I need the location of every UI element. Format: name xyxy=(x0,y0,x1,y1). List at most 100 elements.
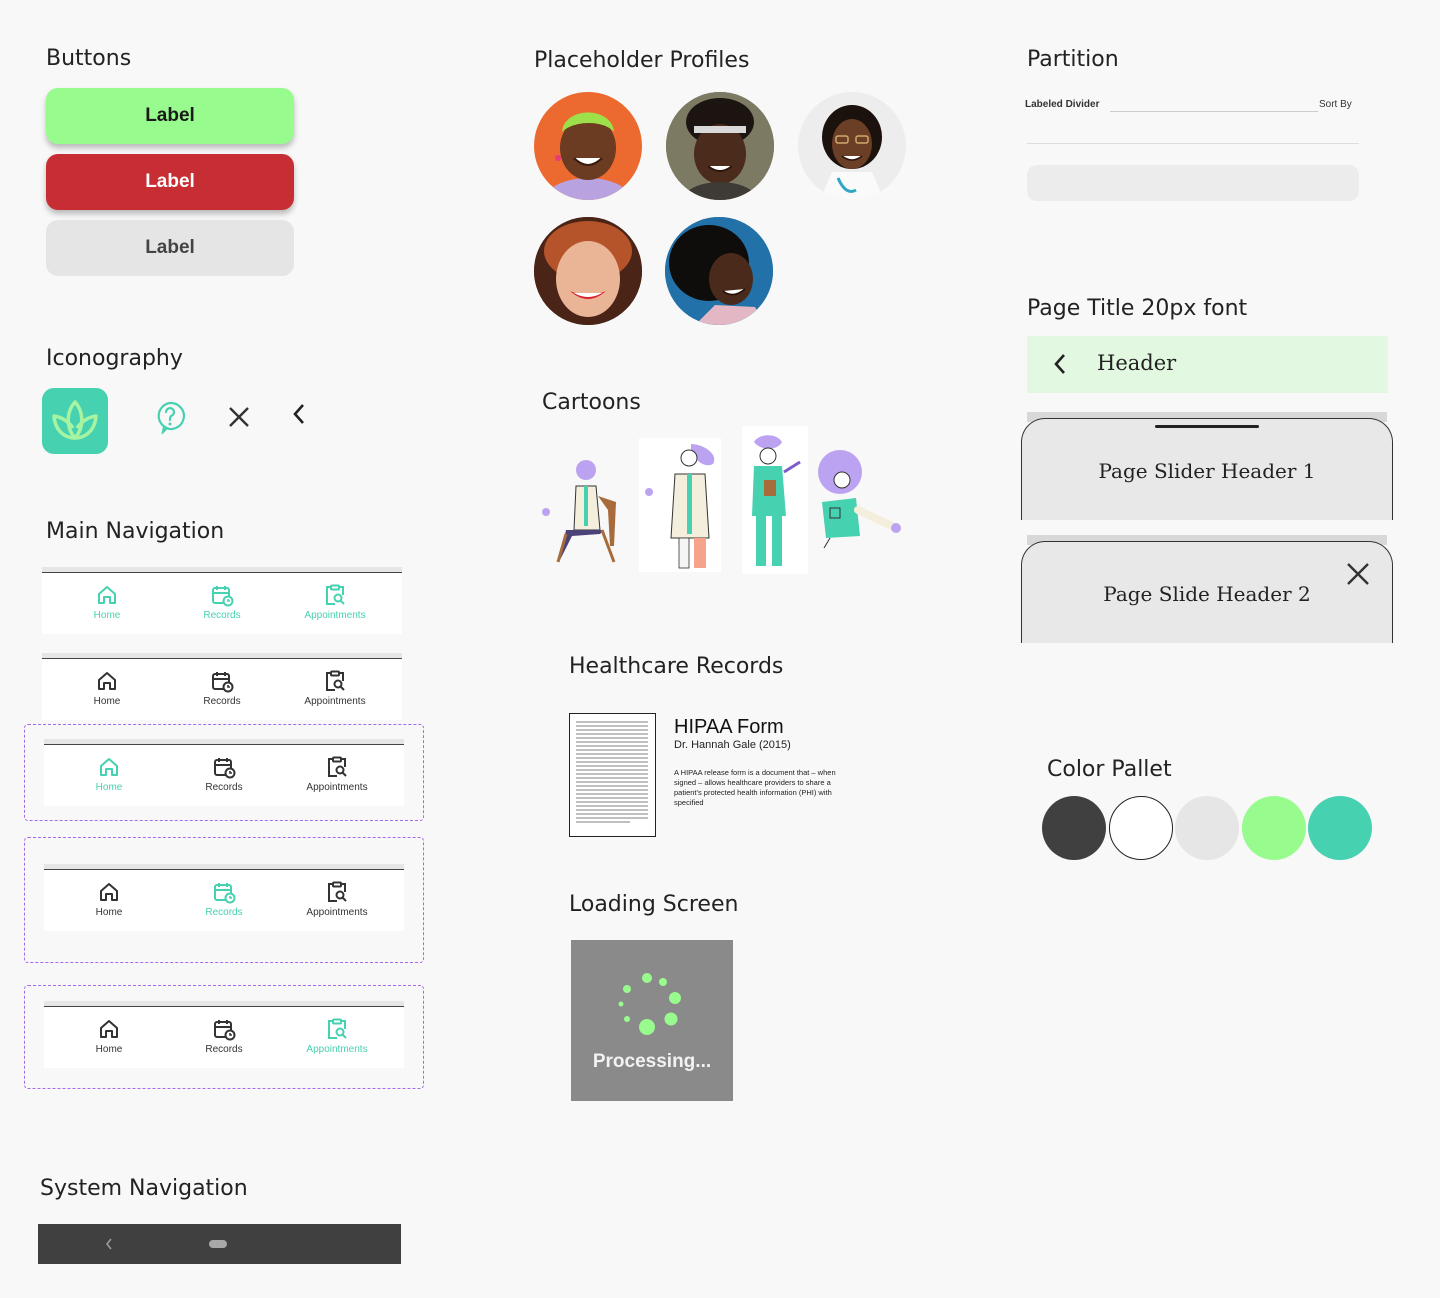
iconography-section-title: Iconography xyxy=(46,346,183,371)
nav-item-appointments[interactable]: Appointments xyxy=(282,880,392,918)
nav-item-home[interactable]: Home xyxy=(54,755,164,793)
document-title[interactable]: HIPAA Form xyxy=(674,716,784,739)
slider-title: Page Slide Header 2 xyxy=(1103,582,1311,606)
nav-item-label: Appointments xyxy=(304,610,366,621)
loading-section-title: Loading Screen xyxy=(569,892,739,917)
nav-item-home[interactable]: Home xyxy=(52,669,162,707)
cartoon-nurse xyxy=(742,426,808,574)
nav-item-label: Records xyxy=(205,907,243,918)
spinner-icon xyxy=(613,970,693,1040)
appointments-icon xyxy=(325,880,349,904)
nav-item-label: Home xyxy=(95,1044,123,1055)
nav-item-label: Home xyxy=(95,782,123,793)
nav-item-label: Appointments xyxy=(306,907,368,918)
avatar xyxy=(798,92,906,200)
main-navigation-section-title: Main Navigation xyxy=(46,519,225,544)
nav-item-appointments[interactable]: Appointments xyxy=(280,583,390,621)
loading-text: Processing... xyxy=(592,1051,712,1072)
partition-placeholder-bar xyxy=(1027,165,1359,201)
back-chevron-icon[interactable] xyxy=(1053,352,1067,376)
nav-item-label: Appointments xyxy=(304,696,366,707)
home-icon xyxy=(95,583,119,607)
close-icon[interactable] xyxy=(228,406,250,428)
color-swatch[interactable] xyxy=(1042,796,1106,860)
primary-button[interactable]: Label xyxy=(46,88,294,144)
profiles-section-title: Placeholder Profiles xyxy=(534,48,750,73)
appointments-icon xyxy=(323,669,347,693)
page-slider-1[interactable]: Page Slider Header 1 xyxy=(1021,418,1393,520)
home-icon xyxy=(97,1017,121,1041)
sort-by-link[interactable]: Sort By xyxy=(1319,99,1352,110)
color-swatch[interactable] xyxy=(1241,796,1306,860)
nav-item-appointments[interactable]: Appointments xyxy=(282,755,392,793)
loading-screen: Processing... xyxy=(571,940,733,1101)
nav-item-label: Records xyxy=(205,782,243,793)
color-swatch[interactable] xyxy=(1108,796,1173,860)
nav-item-label: Appointments xyxy=(306,782,368,793)
avatar xyxy=(534,92,642,200)
records-icon xyxy=(212,1017,236,1041)
avatar xyxy=(666,92,774,200)
color-swatch-row xyxy=(1042,796,1374,862)
nav-item-home[interactable]: Home xyxy=(54,1017,164,1055)
back-icon[interactable] xyxy=(102,1236,116,1252)
help-circle-icon[interactable] xyxy=(154,400,186,436)
document-author: Dr. Hannah Gale (2015) xyxy=(674,739,791,751)
nav-item-records[interactable]: Records xyxy=(169,1017,279,1055)
lotus-logo-icon xyxy=(42,388,108,454)
page-header: Header xyxy=(1027,336,1388,393)
secondary-button[interactable]: Label xyxy=(46,220,294,276)
home-icon xyxy=(97,755,121,779)
system-navigation-bar xyxy=(38,1224,401,1264)
appointments-icon xyxy=(325,755,349,779)
nav-item-label: Home xyxy=(93,610,121,621)
avatar xyxy=(534,217,642,325)
drag-handle[interactable] xyxy=(1155,425,1259,428)
nav-item-appointments[interactable]: Appointments xyxy=(280,669,390,707)
records-icon xyxy=(210,583,234,607)
nav-item-label: Records xyxy=(205,1044,243,1055)
nav-item-label: Records xyxy=(203,610,241,621)
nav-item-records[interactable]: Records xyxy=(169,755,279,793)
cartoon-doctor-waving xyxy=(816,450,904,550)
home-pill-icon[interactable] xyxy=(209,1240,227,1248)
nav-item-appointments[interactable]: Appointments xyxy=(282,1017,392,1055)
page-slider-2[interactable]: Page Slide Header 2 xyxy=(1021,541,1393,643)
divider-line xyxy=(1027,143,1359,144)
main-navigation-bar-default: Home Records Appointments xyxy=(42,572,402,634)
nav-item-records[interactable]: Records xyxy=(167,669,277,707)
main-navigation-bar-records-active: Home Records Appointments xyxy=(44,869,404,931)
cartoon-doctor-sitting xyxy=(540,450,620,566)
header-title: Header xyxy=(1097,351,1177,375)
chevron-left-icon[interactable] xyxy=(292,403,306,425)
slider-title: Page Slider Header 1 xyxy=(1098,459,1316,483)
color-swatch[interactable] xyxy=(1308,796,1372,860)
appointments-icon xyxy=(325,1017,349,1041)
document-description: A HIPAA release form is a document that … xyxy=(674,768,836,807)
records-icon xyxy=(212,880,236,904)
color-pallet-section-title: Color Pallet xyxy=(1047,757,1172,782)
records-section-title: Healthcare Records xyxy=(569,654,784,679)
nav-item-label: Appointments xyxy=(306,1044,368,1055)
labeled-divider-label: Labeled Divider xyxy=(1025,99,1100,110)
nav-item-home[interactable]: Home xyxy=(54,880,164,918)
partition-section-title: Partition xyxy=(1027,47,1119,72)
divider-line xyxy=(1110,111,1318,112)
main-navigation-bar-appointments-active: Home Records Appointments xyxy=(44,1006,404,1068)
nav-item-records[interactable]: Records xyxy=(167,583,277,621)
document-thumbnail[interactable] xyxy=(569,713,656,837)
danger-button[interactable]: Label xyxy=(46,154,294,210)
buttons-section-title: Buttons xyxy=(46,46,132,71)
close-icon[interactable] xyxy=(1346,562,1370,586)
system-navigation-section-title: System Navigation xyxy=(40,1176,248,1201)
nav-item-records[interactable]: Records xyxy=(169,880,279,918)
nav-item-label: Records xyxy=(203,696,241,707)
main-navigation-bar-home-active: Home Records Appointments xyxy=(44,744,404,806)
nav-item-home[interactable]: Home xyxy=(52,583,162,621)
cartoon-doctor-standing xyxy=(639,438,721,572)
cartoons-section-title: Cartoons xyxy=(542,390,641,415)
color-swatch[interactable] xyxy=(1175,796,1239,860)
page-title-section-title: Page Title 20px font xyxy=(1027,296,1248,321)
records-icon xyxy=(210,669,234,693)
home-icon xyxy=(95,669,119,693)
